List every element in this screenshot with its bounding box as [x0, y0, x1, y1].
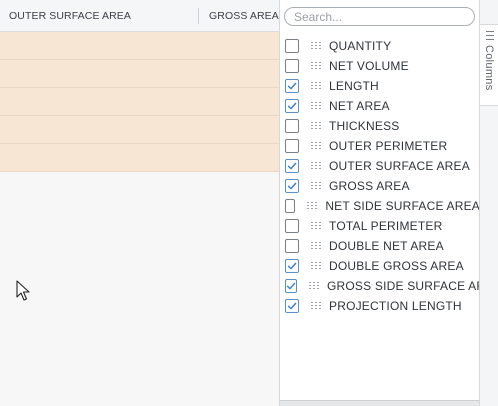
column-item[interactable]: GROSS AREA: [280, 176, 480, 196]
column-item[interactable]: LENGTH: [280, 76, 480, 96]
column-item[interactable]: NET SIDE SURFACE AREA: [280, 196, 480, 216]
column-checkbox[interactable]: [285, 259, 299, 273]
column-checkbox[interactable]: [285, 99, 299, 113]
column-item-label: GROSS SIDE SURFACE AREA: [327, 279, 498, 293]
drag-handle-icon[interactable]: [309, 282, 319, 290]
drag-handle-icon[interactable]: [311, 182, 321, 190]
drag-handle-icon[interactable]: [311, 162, 321, 170]
column-item[interactable]: QUANTITY: [280, 36, 480, 56]
checkmark-icon: [286, 282, 296, 290]
drag-handle-icon[interactable]: [311, 302, 321, 310]
column-checkbox[interactable]: [285, 119, 299, 133]
column-checkbox[interactable]: [285, 59, 299, 73]
column-item[interactable]: OUTER SURFACE AREA: [280, 156, 480, 176]
drag-handle-icon[interactable]: [311, 242, 321, 250]
column-item-label: PROJECTION LENGTH: [329, 299, 462, 313]
grid-body: [0, 32, 279, 172]
checkmark-icon: [287, 302, 297, 310]
column-checkbox[interactable]: [285, 199, 296, 213]
column-checkbox[interactable]: [285, 179, 299, 193]
column-item-label: OUTER SURFACE AREA: [329, 159, 470, 173]
column-item-label: TOTAL PERIMETER: [329, 219, 443, 233]
column-item[interactable]: GROSS SIDE SURFACE AREA: [280, 276, 498, 296]
column-item[interactable]: NET VOLUME: [280, 56, 480, 76]
tab-columns[interactable]: Columns: [480, 24, 498, 106]
column-checkbox[interactable]: [285, 299, 299, 313]
drag-handle-icon[interactable]: [311, 122, 321, 130]
column-item[interactable]: PROJECTION LENGTH: [280, 296, 480, 316]
column-checkbox[interactable]: [285, 139, 299, 153]
column-item-label: THICKNESS: [329, 119, 400, 133]
tab-columns-label: Columns: [483, 45, 495, 91]
drag-handle-icon[interactable]: [307, 202, 318, 210]
grid-empty-area: [0, 172, 279, 406]
column-search-input[interactable]: [284, 7, 475, 26]
column-item-label: GROSS AREA: [329, 179, 410, 193]
table-row[interactable]: [0, 116, 279, 144]
panel-horizontal-scrollbar[interactable]: [280, 400, 480, 406]
column-checkbox[interactable]: [285, 279, 297, 293]
checkmark-icon: [287, 102, 297, 110]
column-header-outer-surface-area[interactable]: OUTER SURFACE AREA: [0, 0, 198, 32]
column-item-label: NET VOLUME: [329, 59, 409, 73]
table-row[interactable]: [0, 60, 279, 88]
column-item-label: NET SIDE SURFACE AREA: [325, 199, 480, 213]
side-bar: Columns: [479, 0, 498, 406]
column-checkbox[interactable]: [285, 219, 299, 233]
checkmark-icon: [287, 262, 297, 270]
mouse-cursor-icon: [16, 280, 30, 301]
drag-handle-icon[interactable]: [311, 142, 321, 150]
column-item[interactable]: TOTAL PERIMETER: [280, 216, 480, 236]
grid-header: OUTER SURFACE AREA GROSS AREA: [0, 0, 279, 32]
column-item[interactable]: DOUBLE GROSS AREA: [280, 256, 480, 276]
checkmark-icon: [287, 182, 297, 190]
column-item[interactable]: DOUBLE NET AREA: [280, 236, 480, 256]
column-item-label: LENGTH: [329, 79, 379, 93]
drag-handle-icon[interactable]: [311, 222, 321, 230]
checkmark-icon: [287, 82, 297, 90]
column-checkbox[interactable]: [285, 239, 299, 253]
columns-tool-panel: QUANTITY NET VOLUME LENGTH NET AREA THICKNES…: [279, 0, 498, 406]
drag-handle-icon[interactable]: [311, 62, 321, 70]
drag-handle-icon[interactable]: [311, 262, 321, 270]
drag-handle-icon[interactable]: [311, 42, 321, 50]
table-row[interactable]: [0, 32, 279, 60]
column-item-label: NET AREA: [329, 99, 390, 113]
column-list: QUANTITY NET VOLUME LENGTH NET AREA THICKNES…: [280, 36, 498, 316]
column-item-label: OUTER PERIMETER: [329, 139, 448, 153]
column-item-label: DOUBLE NET AREA: [329, 239, 444, 253]
column-header-gross-area[interactable]: GROSS AREA: [199, 0, 279, 32]
drag-handle-icon[interactable]: [311, 102, 321, 110]
table-row[interactable]: [0, 144, 279, 172]
column-search: [284, 7, 475, 26]
drag-handle-icon[interactable]: [311, 82, 321, 90]
column-item[interactable]: OUTER PERIMETER: [280, 136, 480, 156]
column-item[interactable]: NET AREA: [280, 96, 480, 116]
checkmark-icon: [287, 162, 297, 170]
column-item-label: QUANTITY: [329, 39, 392, 53]
column-checkbox[interactable]: [285, 79, 299, 93]
column-checkbox[interactable]: [285, 39, 299, 53]
column-item[interactable]: THICKNESS: [280, 116, 480, 136]
data-grid: OUTER SURFACE AREA GROSS AREA: [0, 0, 279, 406]
column-item-label: DOUBLE GROSS AREA: [329, 259, 464, 273]
table-row[interactable]: [0, 88, 279, 116]
columns-icon: [486, 31, 494, 40]
column-checkbox[interactable]: [285, 159, 299, 173]
